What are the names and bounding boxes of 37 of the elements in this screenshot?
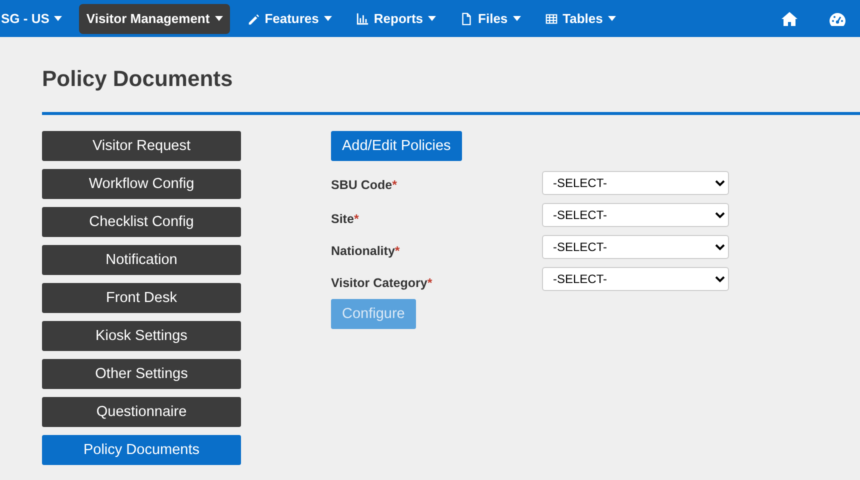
field-label: Site* [331,211,360,228]
select-field[interactable]: -SELECT- [542,267,729,292]
select-field[interactable]: -SELECT- [542,203,729,228]
dashboard-icon[interactable] [828,10,847,26]
pencil-icon [246,12,260,26]
bar-chart-icon [356,12,369,26]
sidebar-button[interactable]: Kiosk Settings [42,321,241,352]
nav-menu-item[interactable]: SG - US [0,4,70,34]
nav-menu-item[interactable]: Visitor Management [79,4,230,34]
caret-icon [54,16,62,21]
sidebar-button[interactable]: Notification [42,245,241,276]
sidebar-button[interactable]: Questionnaire [42,397,241,428]
caret-icon [512,16,521,21]
home-icon[interactable] [781,10,798,26]
field-label: Nationality* [331,243,401,260]
page-title: Policy Documents [42,66,234,92]
sidebar-button[interactable]: Other Settings [42,359,241,390]
sidebar-button[interactable]: Visitor Request [42,131,241,162]
caret-icon [608,16,616,21]
sidebar-button[interactable]: Policy Documents [42,435,241,466]
table-icon [544,12,558,26]
select-field[interactable]: -SELECT- [542,171,729,196]
sidebar-button[interactable]: Checklist Config [42,207,241,238]
sidebar-button[interactable]: Front Desk [42,283,241,314]
caret-icon [428,16,436,21]
field-label: SBU Code* [331,177,398,194]
caret-icon [214,16,223,21]
file-icon [460,12,474,26]
nav-menu-item[interactable]: Files [453,4,528,34]
add-edit-policies-button[interactable]: Add/Edit Policies [331,131,462,162]
select-field[interactable]: -SELECT- [542,235,729,260]
caret-icon [324,16,332,21]
nav-menu-item[interactable]: Features [240,4,339,34]
field-label: Visitor Category* [331,275,434,292]
sidebar-button[interactable]: Workflow Config [42,169,241,200]
nav-menu-item[interactable]: Tables [538,4,623,34]
nav-menu-item[interactable]: Reports [348,4,444,34]
